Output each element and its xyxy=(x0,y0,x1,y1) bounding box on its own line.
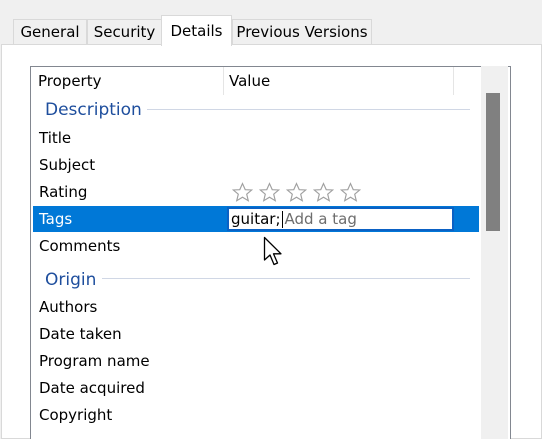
tab-general[interactable]: General xyxy=(13,19,87,44)
column-header-value[interactable]: Value xyxy=(229,67,270,95)
property-label: Rating xyxy=(39,183,88,201)
property-label: Program name xyxy=(39,352,150,370)
property-label: Subject xyxy=(39,156,96,174)
tab-label: Previous Versions xyxy=(236,23,368,41)
mouse-pointer-icon xyxy=(263,236,282,266)
group-heading-description: Description xyxy=(45,100,142,120)
property-label: Comments xyxy=(39,237,121,255)
group-divider xyxy=(147,109,470,110)
property-label: Copyright xyxy=(39,406,113,424)
star-icon[interactable] xyxy=(313,181,334,203)
property-label: Date taken xyxy=(39,325,122,343)
text-caret xyxy=(281,210,283,228)
column-header-property[interactable]: Property xyxy=(38,67,101,95)
tag-separator: ; xyxy=(275,210,281,228)
group-heading-origin: Origin xyxy=(45,270,97,290)
rating-stars[interactable] xyxy=(232,179,361,205)
column-divider[interactable] xyxy=(453,67,454,95)
tab-label: Security xyxy=(93,23,156,41)
property-row-rating[interactable]: Rating xyxy=(33,179,479,205)
property-row-copyright[interactable]: Copyright xyxy=(33,402,479,428)
tags-input[interactable]: guitar; Add a tag xyxy=(227,207,454,231)
scrollbar-thumb[interactable] xyxy=(486,93,500,231)
tab-label: Details xyxy=(170,22,223,40)
star-icon[interactable] xyxy=(232,181,253,203)
tag-value: guitar xyxy=(231,210,276,228)
tab-details[interactable]: Details xyxy=(161,15,232,46)
star-icon[interactable] xyxy=(259,181,280,203)
property-row-tags[interactable]: Tags guitar; Add a tag xyxy=(33,206,479,232)
tab-security[interactable]: Security xyxy=(87,19,162,44)
column-divider[interactable] xyxy=(223,67,224,95)
property-label: Tags xyxy=(39,210,73,228)
property-row-subject[interactable]: Subject xyxy=(33,152,479,178)
property-row-authors[interactable]: Authors xyxy=(33,294,479,320)
property-row-date-taken[interactable]: Date taken xyxy=(33,321,479,347)
property-label: Title xyxy=(39,129,72,147)
property-label: Date acquired xyxy=(39,379,145,397)
star-icon[interactable] xyxy=(340,181,361,203)
property-label: Authors xyxy=(39,298,98,316)
property-row-date-acquired[interactable]: Date acquired xyxy=(33,375,479,401)
tags-placeholder: Add a tag xyxy=(284,210,357,228)
star-icon[interactable] xyxy=(286,181,307,203)
property-row-comments[interactable]: Comments xyxy=(33,233,479,259)
tab-previous-versions[interactable]: Previous Versions xyxy=(232,19,372,44)
tab-label: General xyxy=(20,23,80,41)
property-row-title[interactable]: Title xyxy=(33,125,479,151)
group-divider xyxy=(102,278,470,279)
property-row-program-name[interactable]: Program name xyxy=(33,348,479,374)
